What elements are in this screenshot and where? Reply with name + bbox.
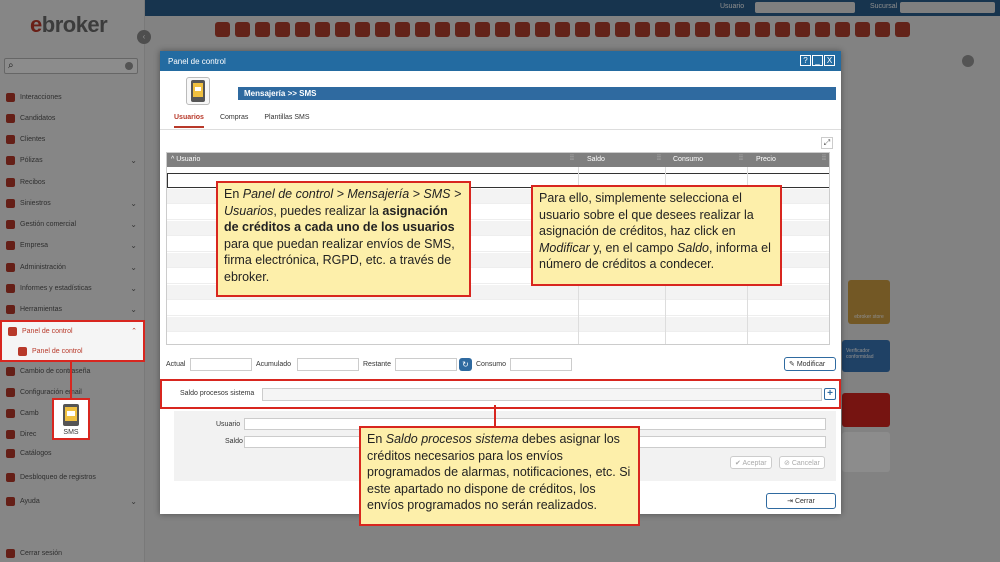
restante-label: Restante — [363, 361, 392, 368]
close-button[interactable]: X — [824, 55, 835, 66]
help-button[interactable]: ? — [800, 55, 811, 66]
callout-text: y, en el campo — [589, 240, 678, 255]
column-header-saldo[interactable]: Saldo — [587, 156, 605, 163]
sidebar-item-label: Panel de control — [22, 327, 73, 335]
add-saldo-button[interactable]: + — [824, 388, 836, 400]
column-resize-handle[interactable]: ⁞⁞ — [822, 155, 826, 162]
grid-header: ^ Usuario ⁞⁞ Saldo ⁞⁞ Consumo ⁞⁞ Precio … — [167, 153, 829, 167]
callout-seleccion-usuario: Para ello, simplemente selecciona el usu… — [531, 185, 782, 286]
consumo-label: Consumo — [476, 361, 506, 368]
column-resize-handle[interactable]: ⁞⁞ — [739, 155, 743, 162]
dialog-title-bar: Panel de control ? _ X — [160, 51, 841, 71]
acumulado-label: Acumulado — [256, 361, 292, 368]
dialog-window-buttons: ? _ X — [800, 55, 835, 66]
sms-phone-icon — [63, 404, 79, 426]
saldo-label: Saldo — [225, 438, 243, 445]
pencil-icon: ✎ — [789, 361, 795, 368]
column-header-consumo[interactable]: Consumo — [673, 156, 703, 163]
callout-text: Saldo — [677, 240, 710, 255]
sidebar-item-panel-control[interactable]: Panel de control ⌃ — [2, 322, 143, 340]
table-row[interactable] — [167, 317, 829, 332]
column-resize-handle[interactable]: ⁞⁞ — [570, 155, 574, 162]
chevron-up-icon: ⌃ — [131, 328, 137, 335]
sidebar-highlight-panel-control: Panel de control ⌃ Panel de control — [0, 320, 145, 362]
column-resize-handle[interactable]: ⁞⁞ — [657, 155, 661, 162]
sms-phone-icon — [191, 80, 205, 102]
cancel-button-label: Cancelar — [791, 460, 820, 467]
tab-compras[interactable]: Compras — [220, 114, 248, 128]
column-header-label: Usuario — [176, 156, 201, 163]
expand-icon[interactable]: ⤢ — [821, 137, 833, 149]
consumo-field — [510, 358, 572, 371]
minimize-button[interactable]: _ — [812, 55, 823, 66]
modify-button[interactable]: ✎ Modificar — [784, 357, 836, 371]
callout-text: En — [224, 187, 243, 201]
accept-button-label: Aceptar — [742, 460, 767, 467]
column-header-precio[interactable]: Precio — [756, 156, 776, 163]
callout-text: Saldo procesos sistema — [385, 432, 519, 446]
check-icon: ✔ — [735, 460, 741, 467]
callout-asignacion-usuarios: En Panel de control > Mensajería > SMS >… — [216, 181, 471, 297]
modify-button-label: Modificar — [796, 361, 826, 368]
callout-text: En — [367, 432, 386, 446]
restante-field — [395, 358, 457, 371]
saldo-procesos-label: Saldo procesos sistema — [180, 390, 255, 397]
cancel-icon: ⊘ — [784, 460, 790, 467]
callout-text: Modificar — [539, 240, 590, 255]
totals-bar: Actual Acumulado Restante ↻ Consumo — [166, 358, 836, 372]
sidebar-subitem-panel-control[interactable]: Panel de control — [2, 342, 143, 360]
acumulado-field — [297, 358, 359, 371]
sms-module-icon — [186, 77, 210, 105]
control-panel-icon — [8, 326, 17, 336]
control-panel-icon — [18, 346, 27, 356]
tab-usuarios[interactable]: Usuarios — [174, 114, 204, 128]
column-header-usuario[interactable]: ^ Usuario — [171, 156, 200, 163]
accept-button[interactable]: ✔ Aceptar — [730, 456, 772, 469]
sms-module-icon[interactable]: SMS — [52, 398, 90, 440]
close-dialog-label: Cerrar — [794, 498, 815, 505]
exit-icon: ⇥ — [787, 498, 794, 505]
callout-saldo-procesos: En Saldo procesos sistema debes asignar … — [359, 426, 640, 526]
tab-divider — [160, 129, 841, 130]
callout-text: , puedes realizar la — [273, 203, 383, 218]
dialog-title: Panel de control — [168, 57, 226, 66]
refresh-button[interactable]: ↻ — [459, 358, 472, 371]
tab-plantillas[interactable]: Plantillas SMS — [264, 114, 309, 128]
callout-text: Para ello, simplemente selecciona el usu… — [539, 191, 754, 238]
sidebar-item-label: Panel de control — [32, 347, 83, 355]
usuario-label: Usuario — [216, 421, 241, 428]
module-title: Mensajería >> SMS — [238, 87, 836, 100]
connector-line — [70, 362, 72, 398]
sms-icon-label: SMS — [63, 429, 79, 436]
table-row[interactable] — [167, 301, 829, 316]
cancel-button[interactable]: ⊘ Cancelar — [779, 456, 825, 469]
callout-text: para que puedan realizar envíos de SMS, … — [224, 236, 455, 284]
saldo-procesos-section: Saldo procesos sistema + — [160, 379, 841, 409]
close-dialog-button[interactable]: ⇥ Cerrar — [766, 493, 836, 509]
tab-bar: Usuarios Compras Plantillas SMS — [174, 114, 310, 128]
connector-line — [494, 405, 496, 427]
saldo-procesos-field — [262, 388, 822, 401]
actual-label: Actual — [166, 361, 186, 368]
actual-field — [190, 358, 252, 371]
